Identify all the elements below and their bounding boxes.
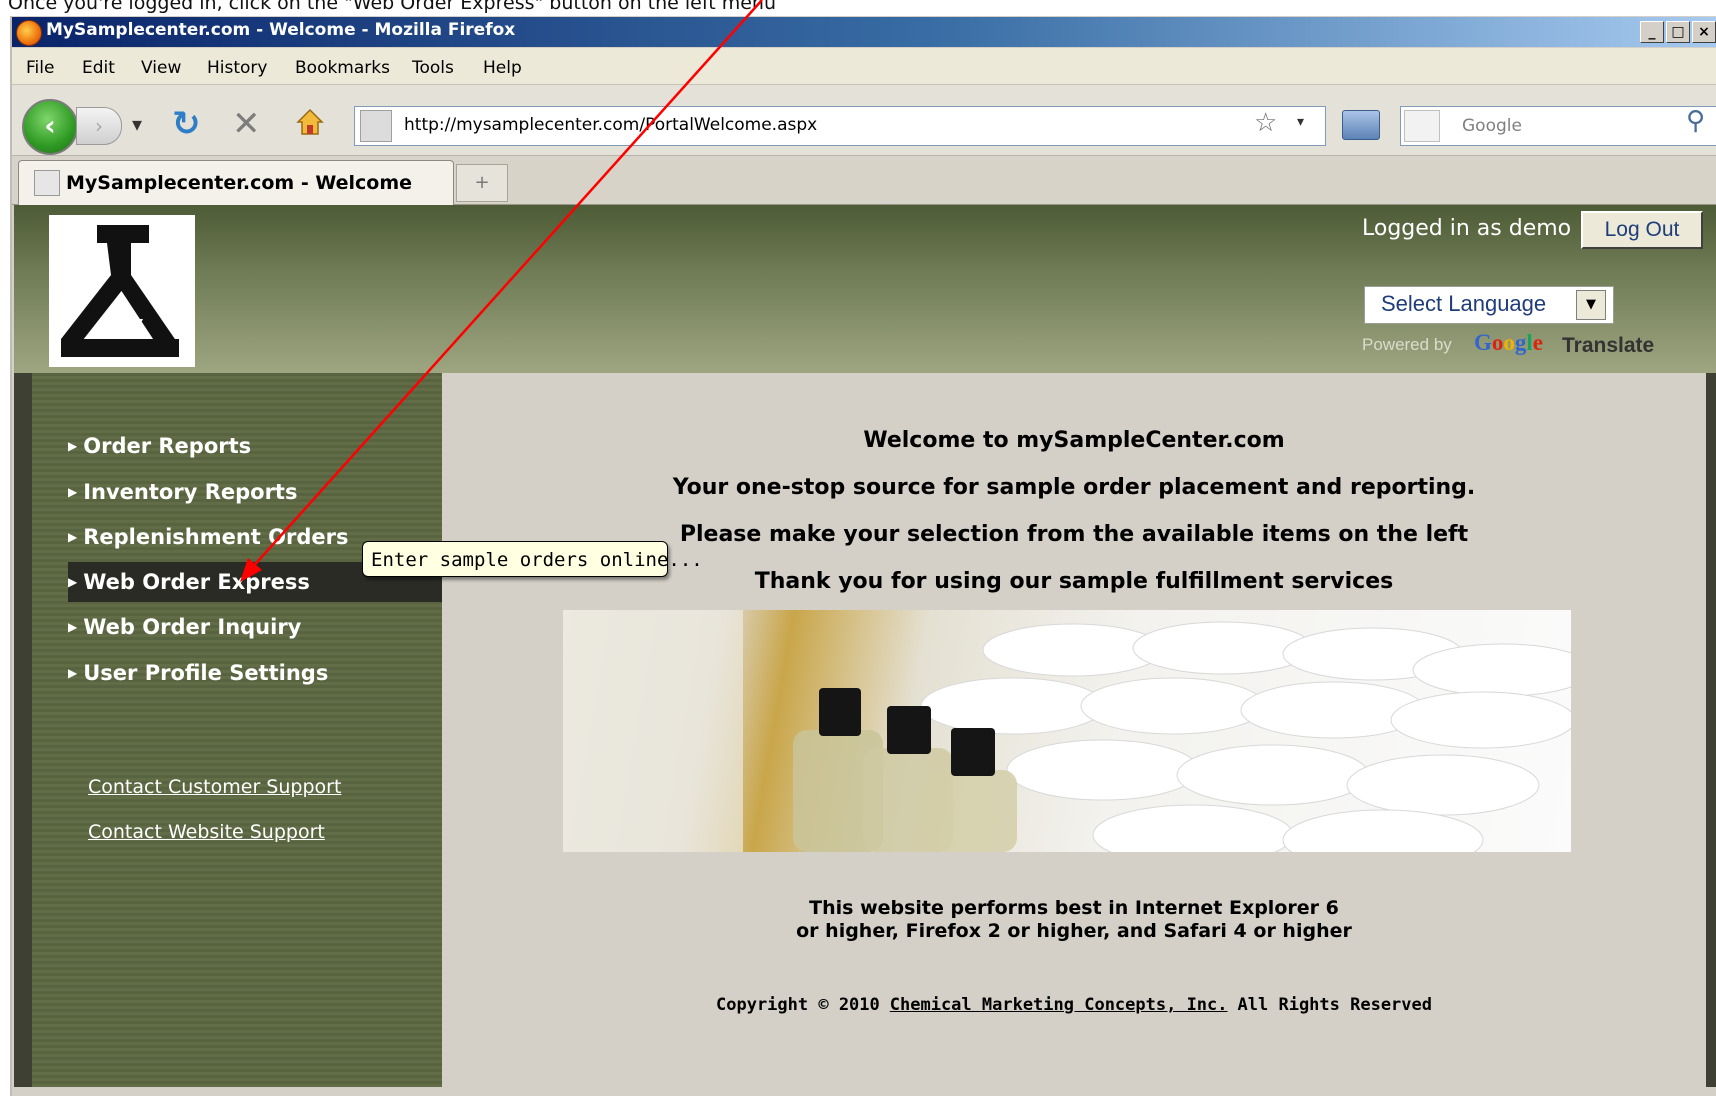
menu-bar bbox=[12, 48, 1716, 85]
welcome-heading: Welcome to mySampleCenter.com bbox=[863, 428, 1285, 453]
flask-logo-icon bbox=[61, 225, 179, 357]
copyright-footer: Copyright © 2010 Chemical Marketing Conce… bbox=[442, 995, 1706, 1015]
contact-customer-support-link[interactable]: Contact Customer Support bbox=[88, 776, 341, 798]
url-dropdown-icon[interactable]: ▾ bbox=[1297, 114, 1304, 130]
sidebar-item-label: Web Order Inquiry bbox=[83, 615, 302, 639]
reload-icon[interactable]: ↻ bbox=[172, 104, 201, 144]
print-icon[interactable] bbox=[1342, 110, 1380, 140]
bookmark-star-icon[interactable]: ☆ bbox=[1254, 108, 1277, 138]
bullet-icon: ▶ bbox=[68, 666, 78, 680]
instruction-caption: Once you're logged in, click on the "Web… bbox=[8, 0, 776, 14]
menu-tools[interactable]: Tools bbox=[412, 58, 454, 78]
sidebar-item-label: User Profile Settings bbox=[83, 661, 329, 685]
firefox-icon bbox=[16, 20, 42, 46]
chevron-down-icon[interactable]: ▼ bbox=[1576, 290, 1606, 320]
copyright-suffix: All Rights Reserved bbox=[1237, 995, 1432, 1015]
sidebar-item-order-reports[interactable]: ▶ Order Reports bbox=[68, 426, 442, 466]
search-engine-icon[interactable] bbox=[1404, 110, 1440, 142]
powered-by-label: Powered by bbox=[1362, 335, 1452, 354]
close-button[interactable]: × bbox=[1692, 21, 1716, 43]
content-edge bbox=[1706, 373, 1716, 1087]
sidebar-item-label: Order Reports bbox=[83, 434, 252, 458]
menu-file[interactable]: File bbox=[26, 58, 54, 78]
company-link[interactable]: Chemical Marketing Concepts, Inc. bbox=[890, 995, 1228, 1015]
bullet-icon: ▶ bbox=[68, 439, 78, 453]
contact-website-support-link[interactable]: Contact Website Support bbox=[88, 821, 325, 843]
browser-note-line-2: or higher, Firefox 2 or higher, and Safa… bbox=[796, 920, 1352, 942]
sidebar-item-user-profile-settings[interactable]: ▶ User Profile Settings bbox=[68, 653, 442, 693]
language-select-value[interactable]: Select Language bbox=[1381, 291, 1546, 317]
sidebar-item-web-order-inquiry[interactable]: ▶ Web Order Inquiry bbox=[68, 607, 442, 647]
menu-help[interactable]: Help bbox=[483, 58, 522, 78]
maximize-button[interactable]: □ bbox=[1666, 21, 1690, 43]
minimize-button[interactable]: _ bbox=[1640, 21, 1664, 43]
bullet-icon: ▶ bbox=[68, 575, 78, 589]
bullet-icon: ▶ bbox=[68, 530, 78, 544]
forward-button[interactable]: › bbox=[76, 107, 122, 145]
menu-view[interactable]: View bbox=[141, 58, 181, 78]
sidebar-item-inventory-reports[interactable]: ▶ Inventory Reports bbox=[68, 472, 442, 512]
logout-button[interactable]: Log Out bbox=[1581, 211, 1703, 249]
bullet-icon: ▶ bbox=[68, 485, 78, 499]
translate-label[interactable]: Translate bbox=[1562, 334, 1654, 358]
new-tab-button[interactable]: + bbox=[456, 164, 508, 202]
home-icon[interactable] bbox=[296, 108, 324, 136]
search-placeholder[interactable]: Google bbox=[1462, 116, 1522, 136]
stop-icon[interactable]: ✕ bbox=[232, 104, 261, 144]
sidebar-item-label: Replenishment Orders bbox=[83, 525, 349, 549]
back-button[interactable]: ‹ bbox=[22, 99, 78, 155]
search-input[interactable] bbox=[1400, 106, 1716, 146]
browser-note-line-1: This website performs best in Internet E… bbox=[809, 897, 1339, 919]
welcome-line-2: Your one-stop source for sample order pl… bbox=[672, 475, 1476, 500]
sidebar-edge bbox=[14, 373, 32, 1087]
tab-favicon bbox=[34, 170, 60, 196]
site-icon[interactable] bbox=[360, 110, 392, 142]
tab-label[interactable]: MySamplecenter.com - Welcome bbox=[66, 172, 412, 194]
bottles-illustration bbox=[563, 610, 1571, 852]
sidebar-item-label: Web Order Express bbox=[83, 570, 310, 594]
history-dropdown-icon[interactable]: ▾ bbox=[132, 112, 142, 136]
menu-bookmarks[interactable]: Bookmarks bbox=[295, 58, 390, 78]
sidebar-item-label: Inventory Reports bbox=[83, 480, 298, 504]
window-title: MySamplecenter.com - Welcome - Mozilla F… bbox=[46, 20, 516, 40]
bullet-icon: ▶ bbox=[68, 620, 78, 634]
logged-in-label: Logged in as demo bbox=[1362, 216, 1572, 241]
tooltip: Enter sample orders online... bbox=[362, 541, 703, 577]
copyright-prefix: Copyright © 2010 bbox=[716, 995, 880, 1015]
menu-edit[interactable]: Edit bbox=[82, 58, 115, 78]
url-text[interactable]: http://mysamplecenter.com/PortalWelcome.… bbox=[404, 115, 817, 135]
search-icon[interactable]: ⚲ bbox=[1686, 106, 1705, 136]
site-logo bbox=[49, 215, 195, 367]
sample-bottles-photo bbox=[563, 610, 1571, 852]
google-logo: Google bbox=[1474, 330, 1543, 355]
menu-history[interactable]: History bbox=[207, 58, 267, 78]
